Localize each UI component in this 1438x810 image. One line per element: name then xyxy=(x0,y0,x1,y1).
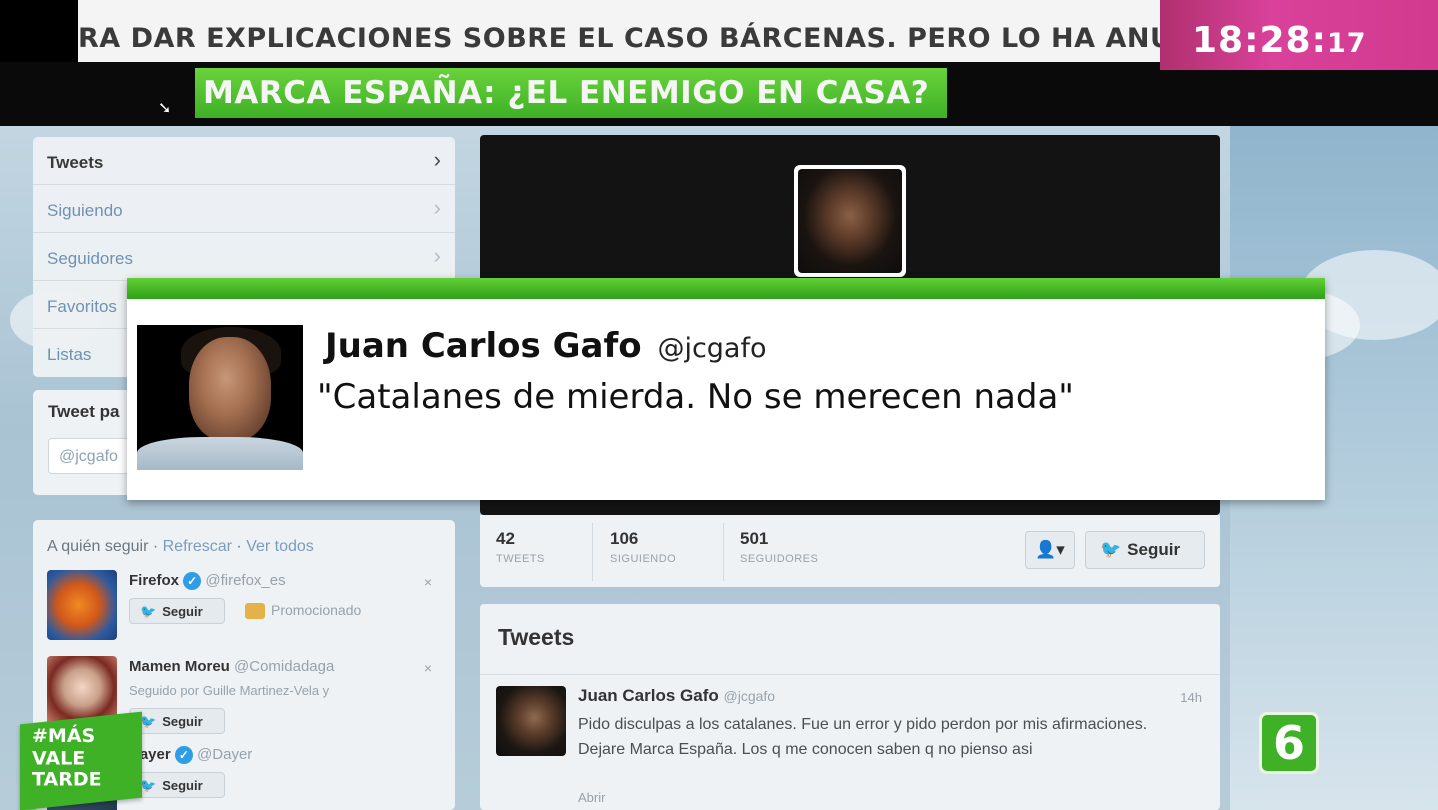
overlay-author-handle: @jcgafo xyxy=(657,333,767,364)
verified-badge-icon: ✓ xyxy=(174,746,193,765)
clock-display: 18:28:17 xyxy=(1192,20,1367,61)
stat-number: 106 xyxy=(610,529,639,548)
tweet-timestamp[interactable]: 14h xyxy=(1180,690,1202,705)
tweet-overlay-card: Juan Carlos Gafo @jcgafo "Catalanes de m… xyxy=(127,278,1325,500)
overlay-photo xyxy=(137,325,303,470)
suggestion-item: Firefox ✓ @firefox_es 🐦 Seguir Promociona… xyxy=(47,570,442,655)
who-to-follow-title: A quién seguir xyxy=(47,538,149,555)
stat-tweets[interactable]: 42 TWEETS xyxy=(496,529,545,565)
chevron-right-icon: › xyxy=(433,147,441,172)
suggestion-name[interactable]: Firefox ✓ @firefox_es xyxy=(129,572,286,591)
profile-photo xyxy=(798,169,902,273)
tweet-author[interactable]: Juan Carlos Gafo @jcgafo xyxy=(578,686,775,706)
suggestion-name-text: Mamen Moreu xyxy=(129,658,230,675)
timeline-title: Tweets xyxy=(498,624,575,650)
mouse-cursor-icon: ➘ xyxy=(158,100,172,117)
clock-seconds: 17 xyxy=(1327,28,1367,59)
compose-input-value: @jcgafo xyxy=(59,448,118,465)
suggestion-name-text: Firefox xyxy=(129,572,180,589)
stat-label: SEGUIDORES xyxy=(740,553,819,565)
headline-text: MARCA ESPAÑA: ¿EL ENEMIGO EN CASA? xyxy=(203,75,930,111)
tweet-expand-link[interactable]: Abrir xyxy=(578,790,605,805)
avatar[interactable] xyxy=(47,570,117,640)
suggestion-handle: @firefox_es xyxy=(205,572,286,589)
nav-item-label: Seguidores xyxy=(47,249,134,268)
divider xyxy=(480,674,1220,675)
user-dropdown-icon: 👤▾ xyxy=(1035,540,1065,559)
who-to-follow-header: A quién seguir · Refrescar · Ver todos xyxy=(47,538,314,555)
hashtag-line: TARDE xyxy=(32,768,102,791)
follow-button-label: Seguir xyxy=(162,778,203,793)
tv-news-ticker: RA DAR EXPLICACIONES SOBRE EL CASO BÁRCE… xyxy=(78,0,1163,62)
tweet-author-handle: @jcgafo xyxy=(723,688,776,704)
tv-headline: MARCA ESPAÑA: ¿EL ENEMIGO EN CASA? xyxy=(195,68,948,118)
clock-time: 18:28: xyxy=(1192,20,1327,61)
follow-button[interactable]: 🐦 Seguir xyxy=(129,598,225,624)
stat-followers[interactable]: 501 SEGUIDORES xyxy=(740,529,818,565)
nav-item-label: Siguiendo xyxy=(47,201,123,220)
user-actions-button[interactable]: 👤▾ xyxy=(1025,531,1075,569)
bird-icon: 🐦 xyxy=(140,778,157,793)
avatar[interactable] xyxy=(496,686,566,756)
follow-button[interactable]: 🐦 Seguir xyxy=(129,772,225,798)
tweet-author-name: Juan Carlos Gafo xyxy=(578,686,719,705)
divider xyxy=(592,523,593,581)
suggestion-name[interactable]: Mamen Moreu @Comidadaga xyxy=(129,658,334,675)
view-all-link[interactable]: Ver todos xyxy=(246,538,314,555)
nav-item-label: Tweets xyxy=(47,153,104,172)
suggestion-handle: @Dayer xyxy=(197,746,253,763)
hashtag-line: VALE xyxy=(32,747,86,770)
promoted-icon xyxy=(245,603,265,620)
bird-icon: 🐦 xyxy=(1100,540,1122,559)
profile-avatar[interactable] xyxy=(794,165,906,277)
nav-item-tweets[interactable]: Tweets › xyxy=(33,137,455,185)
overlay-author-name: Juan Carlos Gafo xyxy=(325,326,642,366)
compose-title: Tweet pa xyxy=(48,402,120,421)
overlay-accent-bar xyxy=(127,278,1325,299)
tv-clock: 18:28:17 xyxy=(1160,0,1438,70)
hashtag-line: #MÁS xyxy=(32,724,96,747)
nav-item-followers[interactable]: Seguidores › xyxy=(33,233,455,281)
follow-button-label: Seguir xyxy=(162,714,203,729)
follow-button-label: Seguir xyxy=(1127,540,1181,559)
follow-button-label: Seguir xyxy=(162,604,203,619)
dismiss-icon[interactable]: × xyxy=(424,574,432,590)
stat-following[interactable]: 106 SIGUIENDO xyxy=(610,529,676,565)
ticker-text: RA DAR EXPLICACIONES SOBRE EL CASO BÁRCE… xyxy=(78,23,1163,54)
photo-shirt xyxy=(137,437,303,470)
stat-label: SIGUIENDO xyxy=(610,553,677,565)
suggestion-handle: @Comidadaga xyxy=(234,658,335,675)
overlay-quote: "Catalanes de mierda. No se merecen nada… xyxy=(317,377,1074,417)
dismiss-icon[interactable]: × xyxy=(424,660,432,676)
stat-number: 501 xyxy=(740,529,769,548)
stat-number: 42 xyxy=(496,529,515,548)
tv-ticker-edge xyxy=(0,0,78,62)
overlay-author: Juan Carlos Gafo @jcgafo xyxy=(325,326,767,366)
photo-face xyxy=(189,337,271,441)
nav-item-label: Favoritos xyxy=(47,297,117,316)
divider xyxy=(723,523,724,581)
stat-label: TWEETS xyxy=(496,553,545,565)
channel-logo: 6 xyxy=(1259,712,1319,774)
tweets-timeline: Tweets Juan Carlos Gafo @jcgafo 14h Pido… xyxy=(480,604,1220,810)
refresh-link[interactable]: Refrescar xyxy=(163,538,232,555)
nav-item-label: Listas xyxy=(47,345,92,364)
chevron-right-icon: › xyxy=(433,195,441,220)
follow-button[interactable]: 🐦 Seguir xyxy=(1085,531,1205,569)
bird-icon: 🐦 xyxy=(140,604,157,619)
suggestion-name[interactable]: Dayer ✓ @Dayer xyxy=(129,746,253,765)
verified-badge-icon: ✓ xyxy=(183,572,202,591)
hashtag-bug: #MÁS VALE TARDE xyxy=(20,711,142,810)
channel-logo-text: 6 xyxy=(1272,716,1305,770)
nav-item-following[interactable]: Siguiendo › xyxy=(33,185,455,233)
tweet-text: Pido disculpas a los catalanes. Fue un e… xyxy=(578,716,1148,758)
bird-icon: 🐦 xyxy=(140,714,157,729)
promoted-text: Promocionado xyxy=(271,602,362,618)
promoted-label: Promocionado xyxy=(245,602,362,620)
follow-button[interactable]: 🐦 Seguir xyxy=(129,708,225,734)
chevron-right-icon: › xyxy=(433,243,441,268)
suggestion-context: Seguido por Guille Martinez-Vela y xyxy=(129,683,330,698)
